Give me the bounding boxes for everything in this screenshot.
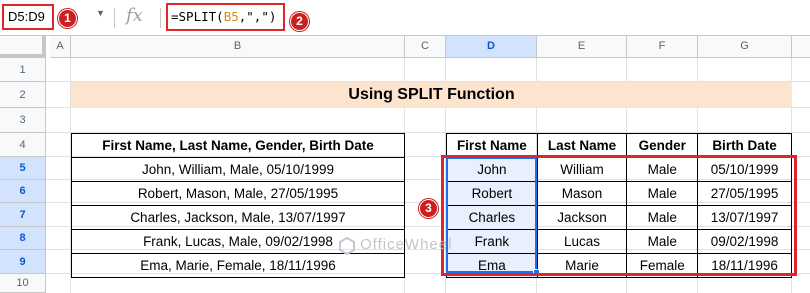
- table-cell[interactable]: Male: [626, 181, 699, 206]
- table-row: Charles, Jackson, Male, 13/07/1997: [71, 205, 405, 230]
- select-all-corner[interactable]: [0, 36, 46, 58]
- column-header-b[interactable]: B: [71, 36, 405, 58]
- sheet-title[interactable]: Using SPLIT Function: [71, 82, 792, 108]
- table-header-cell[interactable]: Gender: [626, 133, 699, 158]
- table-cell[interactable]: Lucas: [536, 229, 628, 254]
- table-cell[interactable]: Frank: [446, 229, 538, 254]
- table-cell[interactable]: Ema, Marie, Female, 18/11/1996: [71, 253, 405, 278]
- row-header-6[interactable]: 6: [0, 180, 46, 203]
- table-cell[interactable]: William: [536, 157, 628, 182]
- table-cell[interactable]: Male: [626, 157, 699, 182]
- table-cell[interactable]: Male: [626, 229, 699, 254]
- table-header-row: First Name, Last Name, Gender, Birth Dat…: [71, 133, 405, 158]
- column-header-overflow: [792, 36, 810, 58]
- name-box[interactable]: D5:D9: [2, 4, 54, 30]
- table-cell[interactable]: 13/07/1997: [697, 205, 792, 230]
- formula-bar-divider: [160, 8, 161, 28]
- table-row: Ema Marie Female 18/11/1996: [446, 253, 792, 278]
- triangle-down-icon[interactable]: ▼: [96, 8, 105, 18]
- table-cell[interactable]: Mason: [536, 181, 628, 206]
- table-cell[interactable]: 18/11/1996: [697, 253, 792, 278]
- column-header-d[interactable]: D: [446, 36, 537, 58]
- source-table: First Name, Last Name, Gender, Birth Dat…: [71, 133, 405, 278]
- table-cell[interactable]: Marie: [536, 253, 628, 278]
- table-cell[interactable]: John: [446, 157, 538, 182]
- row-header-8[interactable]: 8: [0, 227, 46, 250]
- table-cell[interactable]: 05/10/1999: [697, 157, 792, 182]
- table-row: Charles Jackson Male 13/07/1997: [446, 205, 792, 230]
- table-row: Robert, Mason, Male, 27/05/1995: [71, 181, 405, 206]
- row-header-10[interactable]: 10: [0, 274, 46, 293]
- result-table: First Name Last Name Gender Birth Date J…: [446, 133, 792, 278]
- formula-cell-reference: B5: [223, 9, 239, 24]
- callout-badge-3: 3: [419, 199, 438, 218]
- fill-handle[interactable]: [533, 269, 540, 276]
- table-cell[interactable]: Male: [626, 205, 699, 230]
- column-header-a[interactable]: A: [50, 36, 71, 58]
- table-cell[interactable]: Jackson: [536, 205, 628, 230]
- row-header-1[interactable]: 1: [0, 58, 46, 82]
- formula-bar: D5:D9 1 ▼ fx =SPLIT(B5,",") 2: [0, 0, 810, 36]
- row-header-3[interactable]: 3: [0, 108, 46, 133]
- table-cell[interactable]: Robert, Mason, Male, 27/05/1995: [71, 181, 405, 206]
- table-cell[interactable]: Robert: [446, 181, 538, 206]
- table-row: Robert Mason Male 27/05/1995: [446, 181, 792, 206]
- table-row: Frank Lucas Male 09/02/1998: [446, 229, 792, 254]
- callout-badge-1: 1: [58, 9, 77, 28]
- column-header-e[interactable]: E: [537, 36, 627, 58]
- table-header-cell[interactable]: First Name: [446, 133, 538, 158]
- watermark-logo-icon: [339, 236, 355, 256]
- table-header-cell[interactable]: First Name, Last Name, Gender, Birth Dat…: [71, 133, 405, 158]
- fx-icon: fx: [126, 5, 143, 26]
- table-row: Ema, Marie, Female, 18/11/1996: [71, 253, 405, 278]
- table-row: John William Male 05/10/1999: [446, 157, 792, 182]
- column-header-g[interactable]: G: [698, 36, 792, 58]
- formula-input[interactable]: =SPLIT(B5,","): [166, 3, 285, 31]
- row-header-2[interactable]: 2: [0, 82, 46, 108]
- table-header-row: First Name Last Name Gender Birth Date: [446, 133, 792, 158]
- table-cell[interactable]: 09/02/1998: [697, 229, 792, 254]
- table-cell[interactable]: Ema: [446, 253, 538, 278]
- table-cell[interactable]: 27/05/1995: [697, 181, 792, 206]
- formula-bar-divider: [114, 8, 115, 28]
- formula-suffix: ,","): [238, 9, 277, 24]
- table-cell[interactable]: John, William, Male, 05/10/1999: [71, 157, 405, 182]
- table-cell[interactable]: Female: [626, 253, 699, 278]
- row-header-5[interactable]: 5: [0, 157, 46, 180]
- table-header-cell[interactable]: Last Name: [536, 133, 628, 158]
- column-header-c[interactable]: C: [405, 36, 446, 58]
- table-header-cell[interactable]: Birth Date: [697, 133, 792, 158]
- formula-prefix: =SPLIT(: [171, 9, 224, 24]
- column-header-f[interactable]: F: [627, 36, 698, 58]
- row-header-7[interactable]: 7: [0, 203, 46, 227]
- row-header-4[interactable]: 4: [0, 133, 46, 157]
- table-row: John, William, Male, 05/10/1999: [71, 157, 405, 182]
- table-cell[interactable]: Charles: [446, 205, 538, 230]
- row-header-9[interactable]: 9: [0, 250, 46, 274]
- callout-badge-2: 2: [290, 12, 309, 31]
- table-cell[interactable]: Charles, Jackson, Male, 13/07/1997: [71, 205, 405, 230]
- watermark-text: OfficeWheel: [360, 236, 453, 253]
